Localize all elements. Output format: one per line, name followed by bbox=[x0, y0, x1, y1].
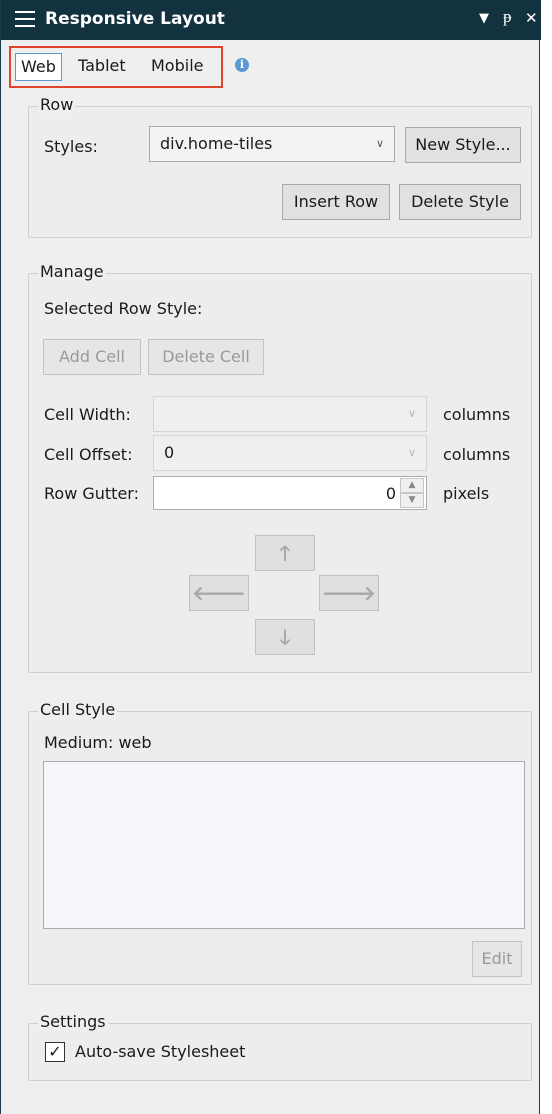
checkmark-icon: ✓ bbox=[48, 1042, 62, 1061]
delete-cell-button[interactable]: Delete Cell bbox=[148, 339, 264, 375]
cell-style-group-label: Cell Style bbox=[38, 700, 118, 719]
cell-width-label: Cell Width: bbox=[44, 405, 131, 424]
pin-icon[interactable]: ᵽ bbox=[503, 7, 512, 27]
arrow-right-icon: 🡒 bbox=[322, 581, 376, 605]
row-group-label: Row bbox=[38, 95, 76, 114]
tab-web[interactable]: Web bbox=[15, 53, 62, 81]
styles-label: Styles: bbox=[44, 137, 98, 156]
dropdown-arrow-icon[interactable]: ▼ bbox=[479, 11, 489, 26]
insert-row-button[interactable]: Insert Row bbox=[282, 184, 390, 220]
chevron-down-icon: ∨ bbox=[407, 446, 416, 459]
cell-offset-dropdown[interactable]: 0 ∨ bbox=[153, 435, 427, 471]
close-icon[interactable]: ✕ bbox=[525, 9, 538, 27]
hamburger-icon[interactable] bbox=[15, 11, 35, 29]
cell-offset-label: Cell Offset: bbox=[44, 445, 133, 464]
row-gutter-input[interactable]: 0 ▲ ▼ bbox=[153, 476, 427, 510]
add-cell-button[interactable]: Add Cell bbox=[43, 339, 141, 375]
row-gutter-value: 0 bbox=[385, 484, 396, 503]
move-right-button[interactable]: 🡒 bbox=[319, 575, 379, 611]
move-down-button[interactable]: 🡓 bbox=[255, 619, 315, 655]
styles-value: div.home-tiles bbox=[160, 134, 273, 153]
panel-titlebar: Responsive Layout ▼ ᵽ ✕ bbox=[1, 0, 541, 40]
responsive-layout-panel: Responsive Layout ▼ ᵽ ✕ Web Tablet Mobil… bbox=[0, 0, 541, 1114]
tab-mobile[interactable]: Mobile bbox=[146, 53, 208, 81]
new-style-button[interactable]: New Style... bbox=[405, 127, 521, 163]
move-up-button[interactable]: 🡑 bbox=[255, 535, 315, 571]
arrow-up-icon: 🡑 bbox=[279, 541, 291, 565]
arrow-left-icon: 🡐 bbox=[192, 581, 246, 605]
cell-offset-unit: columns bbox=[443, 445, 511, 464]
medium-label: Medium: web bbox=[44, 733, 152, 752]
styles-dropdown[interactable]: div.home-tiles ∨ bbox=[149, 126, 395, 162]
cell-offset-value: 0 bbox=[164, 443, 175, 462]
chevron-down-icon: ∨ bbox=[375, 137, 384, 150]
edit-button[interactable]: Edit bbox=[472, 941, 522, 977]
move-left-button[interactable]: 🡐 bbox=[189, 575, 249, 611]
arrow-down-icon: 🡓 bbox=[279, 625, 291, 649]
cell-width-unit: columns bbox=[443, 405, 511, 424]
chevron-down-icon: ∨ bbox=[407, 407, 416, 420]
device-tabs: Web Tablet Mobile bbox=[9, 46, 223, 88]
delete-style-button[interactable]: Delete Style bbox=[399, 184, 521, 220]
cell-style-textarea[interactable] bbox=[43, 761, 525, 929]
row-gutter-label: Row Gutter: bbox=[44, 484, 139, 503]
manage-group-label: Manage bbox=[38, 262, 106, 281]
info-icon[interactable]: i bbox=[235, 58, 249, 72]
cell-width-dropdown[interactable]: ∨ bbox=[153, 396, 427, 432]
tab-tablet[interactable]: Tablet bbox=[73, 53, 131, 81]
autosave-checkbox[interactable]: ✓ bbox=[45, 1042, 65, 1062]
manage-group bbox=[28, 273, 532, 673]
row-gutter-unit: pixels bbox=[443, 484, 490, 503]
settings-group-label: Settings bbox=[38, 1012, 108, 1031]
spin-down-icon[interactable]: ▼ bbox=[400, 493, 424, 508]
selected-row-style-label: Selected Row Style: bbox=[44, 299, 203, 318]
spin-up-icon[interactable]: ▲ bbox=[400, 478, 424, 493]
panel-title: Responsive Layout bbox=[45, 9, 225, 29]
autosave-label[interactable]: Auto-save Stylesheet bbox=[75, 1042, 245, 1061]
